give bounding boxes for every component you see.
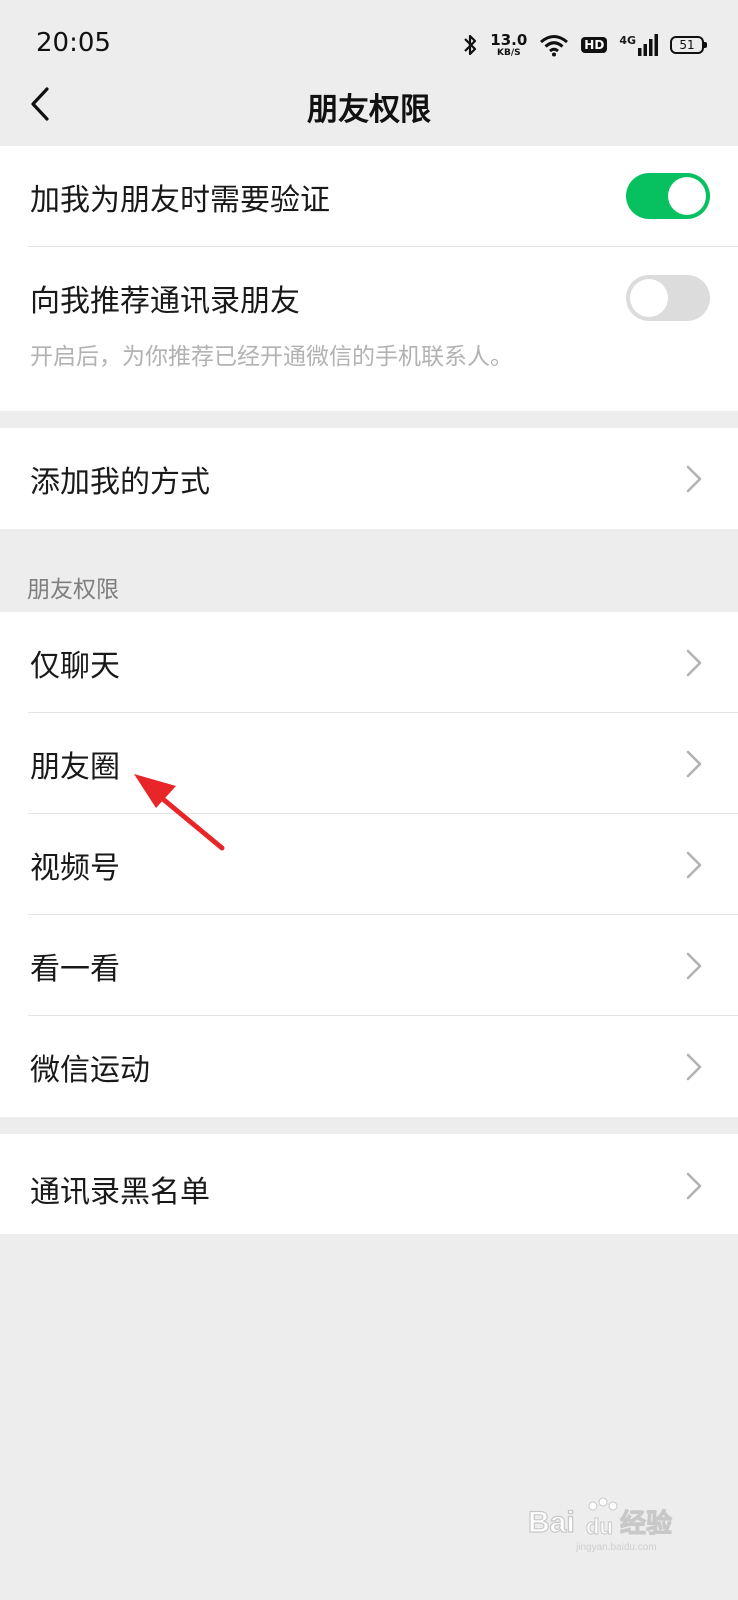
page-title: 朋友权限 xyxy=(307,92,431,128)
permission-item-chat-only[interactable]: 仅聊天 xyxy=(0,612,738,713)
network-speed: 13.0 KB/S xyxy=(490,30,528,58)
toggle-knob xyxy=(630,279,668,317)
chevron-right-icon xyxy=(686,649,702,677)
chevron-right-icon xyxy=(686,465,702,493)
add-methods-section: 添加我的方式 xyxy=(0,428,738,529)
blacklist-section: 通讯录黑名单 xyxy=(0,1134,738,1234)
verify-label: 加我为朋友时需要验证 xyxy=(30,183,330,218)
add-methods-row[interactable]: 添加我的方式 xyxy=(0,428,738,529)
permission-item-label: 朋友圈 xyxy=(30,750,120,785)
permission-item-moments[interactable]: 朋友圈 xyxy=(0,713,738,814)
battery-icon: 51 xyxy=(670,36,707,54)
battery-level: 51 xyxy=(679,38,695,52)
status-time: 20:05 xyxy=(36,28,111,58)
permissions-section: 仅聊天 朋友圈 视频号 看一看 微信运动 xyxy=(0,612,738,1117)
add-methods-label: 添加我的方式 xyxy=(30,465,210,500)
permission-item-label: 仅聊天 xyxy=(30,649,120,684)
svg-text:经验: 经验 xyxy=(620,1508,672,1539)
chevron-right-icon xyxy=(686,1172,702,1200)
svg-text:du: du xyxy=(586,1514,613,1539)
permission-item-label: 看一看 xyxy=(30,952,120,987)
toggle-knob xyxy=(668,177,706,215)
permissions-group-header: 朋友权限 xyxy=(27,577,119,603)
recommend-row: 向我推荐通讯录朋友 开启后，为你推荐已经开通微信的手机联系人。 xyxy=(0,247,738,411)
wifi-icon xyxy=(540,35,569,57)
network-speed-value: 13.0 xyxy=(490,30,528,49)
chevron-right-icon xyxy=(686,952,702,980)
verify-row: 加我为朋友时需要验证 xyxy=(0,146,738,247)
permission-item-label: 视频号 xyxy=(30,851,120,886)
navigation-bar: 朋友权限 xyxy=(0,62,738,146)
network-speed-unit: KB/S xyxy=(496,47,521,58)
svg-text:jingyan.baidu.com: jingyan.baidu.com xyxy=(575,1542,657,1553)
permission-item-werun[interactable]: 微信运动 xyxy=(0,1016,738,1117)
permission-item-channels[interactable]: 视频号 xyxy=(0,814,738,915)
blacklist-row[interactable]: 通讯录黑名单 xyxy=(0,1134,738,1234)
recommend-hint: 开启后，为你推荐已经开通微信的手机联系人。 xyxy=(30,344,513,370)
svg-text:Bai: Bai xyxy=(528,1506,575,1539)
signal-bars-icon xyxy=(638,34,658,56)
status-icons: 13.0 KB/S HD 4G 51 xyxy=(462,30,707,60)
bluetooth-icon xyxy=(464,34,477,56)
cell-signal: 4G xyxy=(619,34,658,56)
recommend-label: 向我推荐通讯录朋友 xyxy=(30,284,300,319)
chevron-right-icon xyxy=(686,1053,702,1081)
verify-toggle[interactable] xyxy=(626,173,710,219)
friend-permissions-screen: 20:05 13.0 KB/S HD 4G 51 朋友权限 加我为朋友时需要验证… xyxy=(0,0,738,1600)
recommend-toggle[interactable] xyxy=(626,275,710,321)
baidu-jingyan-watermark: Bai du 经验 jingyan.baidu.com xyxy=(528,1497,673,1553)
blacklist-label: 通讯录黑名单 xyxy=(30,1175,210,1210)
permission-item-label: 微信运动 xyxy=(30,1053,150,1088)
verification-section: 加我为朋友时需要验证 向我推荐通讯录朋友 开启后，为你推荐已经开通微信的手机联系… xyxy=(0,146,738,411)
hd-badge: HD xyxy=(581,37,608,53)
permission-item-top-stories[interactable]: 看一看 xyxy=(0,915,738,1016)
chevron-right-icon xyxy=(686,750,702,778)
chevron-right-icon xyxy=(686,851,702,879)
network-type: 4G xyxy=(619,34,636,47)
